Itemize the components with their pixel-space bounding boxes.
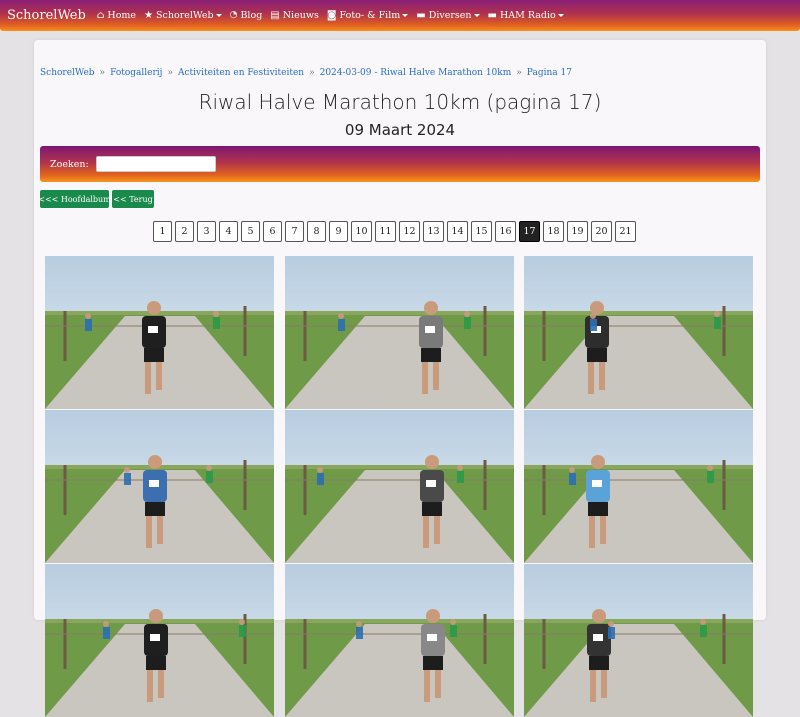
nav-diversen-label: Diversen [428,10,472,21]
page-button-7[interactable]: 7 [285,221,304,242]
nav-schorelweb-label: SchorelWeb [156,10,214,21]
nav-home[interactable]: ⌂ Home [97,10,136,21]
brand-link[interactable]: SchorelWeb [7,8,86,23]
photo-thumbnail[interactable] [285,564,514,717]
caret-down-icon [557,14,564,17]
folder-icon: ▬ [487,9,497,21]
search-input[interactable] [95,156,216,172]
page-button-15[interactable]: 15 [471,221,492,242]
nav-nieuws-label: Nieuws [282,10,319,21]
nav-nieuws[interactable]: ▤ Nieuws [270,10,319,21]
nav-blog[interactable]: ◔ Blog [230,10,263,21]
photo-thumbnail[interactable] [285,410,514,563]
main-album-button[interactable]: <<< Hoofdalbum [38,190,111,208]
photo-thumbnail[interactable] [45,410,274,563]
page-button-12[interactable]: 12 [399,221,420,242]
nav-diversen-dropdown[interactable]: ▬ Diversen [416,9,480,21]
photo-thumbnail[interactable] [285,256,514,409]
page-button-9[interactable]: 9 [329,221,348,242]
photo-thumbnail[interactable] [524,256,753,409]
breadcrumb-item-fotogallerij[interactable]: Fotogallerij [110,68,162,78]
breadcrumb-separator: » [516,68,522,78]
nav-schorelweb-dropdown[interactable]: ★ SchorelWeb [144,10,222,21]
page-button-20[interactable]: 20 [591,221,612,242]
page-button-10[interactable]: 10 [351,221,372,242]
breadcrumb: SchorelWeb » Fotogallerij » Activiteiten… [40,68,572,78]
nav-ham-radio-label: HAM Radio [499,10,556,21]
page-button-8[interactable]: 8 [307,221,326,242]
breadcrumb-separator: » [167,68,173,78]
page-button-5[interactable]: 5 [241,221,260,242]
camera-icon: ◙ [326,9,337,21]
search-label: Zoeken: [50,158,89,170]
page-button-16[interactable]: 16 [495,221,516,242]
photo-thumbnail[interactable] [45,256,274,409]
home-icon: ⌂ [96,9,105,21]
photo-thumbnail[interactable] [524,410,753,563]
breadcrumb-separator: » [99,68,106,78]
nav-foto-film-dropdown[interactable]: ◙ Foto- & Film [326,9,409,21]
caret-down-icon [473,14,480,17]
photo-thumbnail[interactable] [45,564,274,717]
navbar: SchorelWeb ⌂ Home ★ SchorelWeb ◔ Blog ▤ … [0,0,800,31]
back-button[interactable]: << Terug [112,190,154,208]
search-bar: Zoeken: [40,146,760,182]
page-subtitle: 09 Maart 2024 [344,121,456,139]
page-title: Riwal Halve Marathon 10km (pagina 17) [198,90,602,114]
page-button-11[interactable]: 11 [375,221,396,242]
rss-icon: ◔ [229,10,238,20]
page-button-4[interactable]: 4 [219,221,238,242]
breadcrumb-item-schorelweb[interactable]: SchorelWeb [40,68,95,78]
page-button-14[interactable]: 14 [447,221,468,242]
folder-icon: ▬ [416,9,426,21]
nav-ham-radio-dropdown[interactable]: ▬ HAM Radio [488,10,564,21]
nav-home-label: Home [107,10,137,21]
newspaper-icon: ▤ [270,9,280,21]
page-button-3[interactable]: 3 [197,221,216,242]
breadcrumb-item-activiteiten[interactable]: Activiteiten en Festiviteiten [178,68,304,78]
breadcrumb-item-album[interactable]: 2024-03-09 - Riwal Halve Marathon 10km [320,68,512,78]
page-button-19[interactable]: 19 [567,221,588,242]
page-button-6[interactable]: 6 [263,221,282,242]
caret-down-icon [215,14,222,17]
page-button-13[interactable]: 13 [423,221,444,242]
caret-down-icon [402,14,409,17]
nav-blog-label: Blog [240,10,263,21]
page-button-21[interactable]: 21 [615,221,636,242]
page-button-2[interactable]: 2 [175,221,194,242]
star-icon: ★ [144,9,154,21]
breadcrumb-item-page[interactable]: Pagina 17 [527,68,572,78]
page-button-18[interactable]: 18 [543,221,564,242]
page-button-17[interactable]: 17 [519,221,540,242]
nav-foto-film-label: Foto- & Film [339,10,401,21]
photo-thumbnail[interactable] [524,564,753,717]
page-button-1[interactable]: 1 [153,221,172,242]
breadcrumb-separator: » [309,68,315,78]
pagination: 1 2 3 4 5 6 7 8 9 10 11 12 13 14 15 16 17 18 19 20 21 [153,221,636,242]
